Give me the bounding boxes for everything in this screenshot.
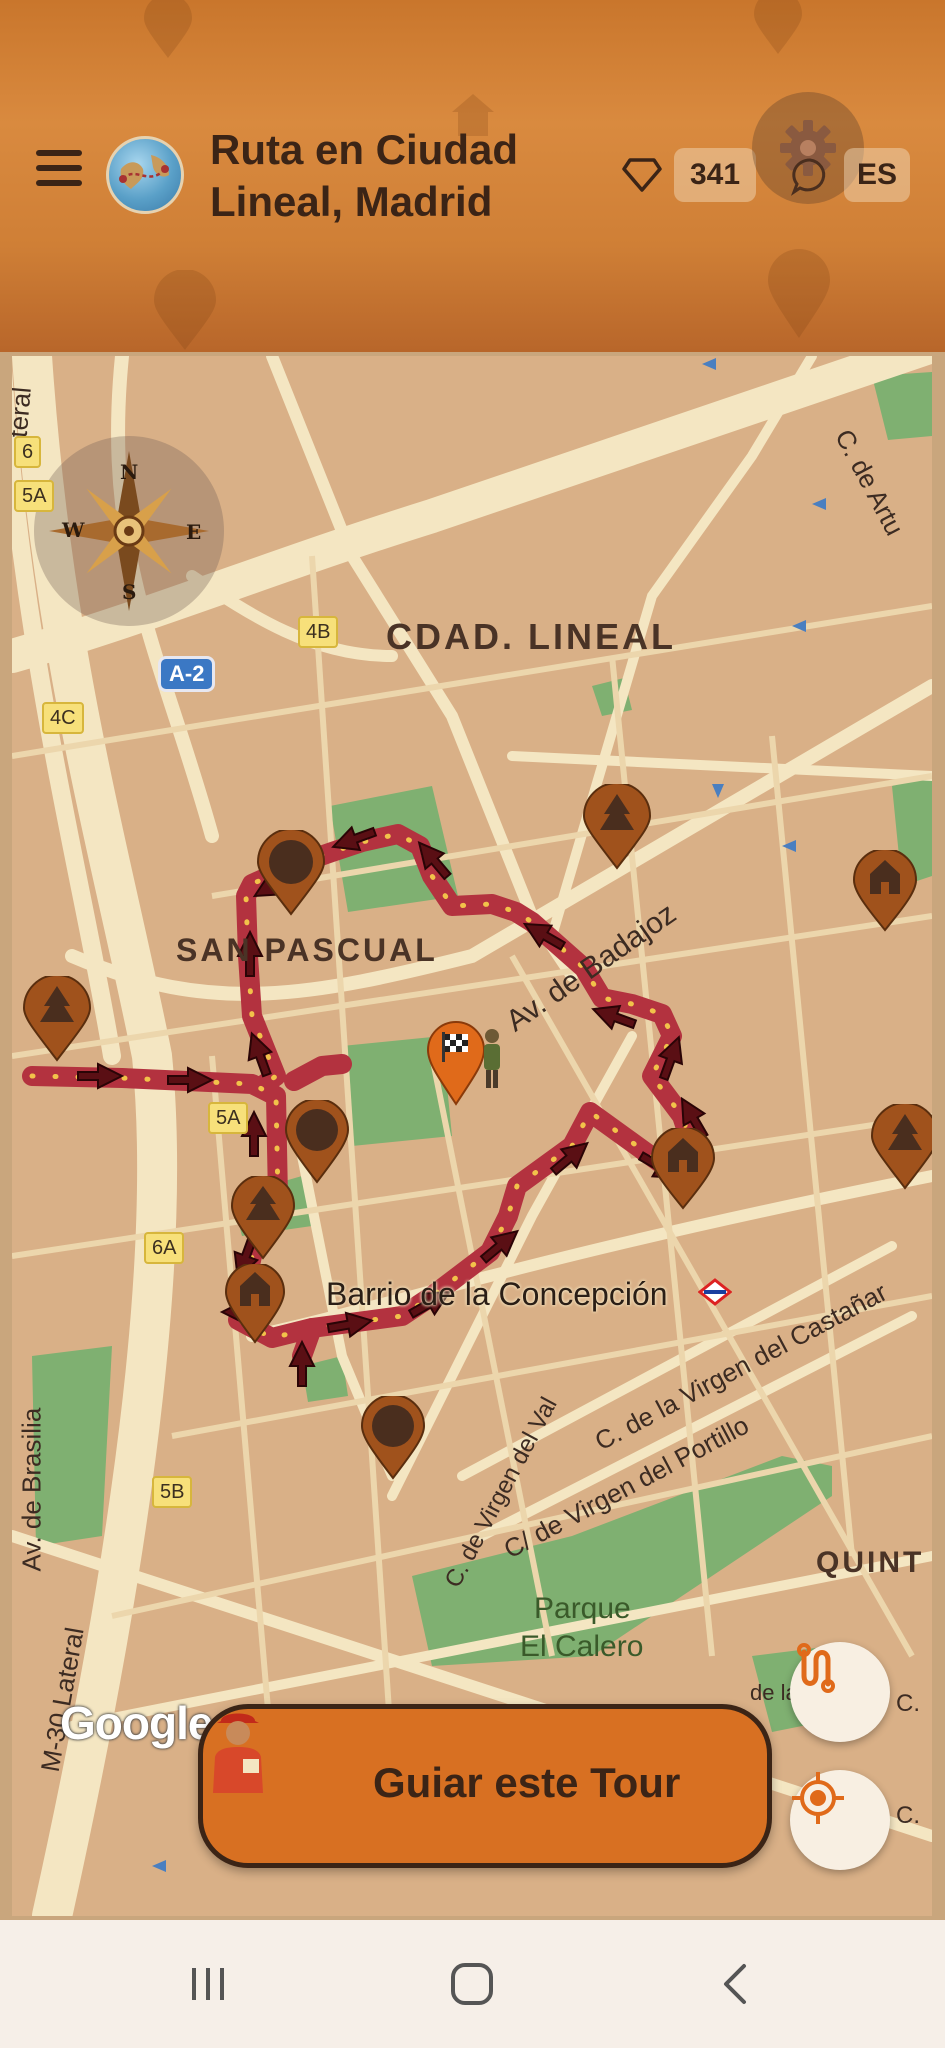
map-view[interactable]: N S E W CDAD. LINEAL SAN PASCUAL QUINT A… — [12, 356, 932, 1916]
menu-icon — [36, 150, 82, 156]
gem-icon — [622, 158, 662, 192]
road-exit-badge: 5B — [152, 1476, 193, 1508]
district-label: QUINT — [816, 1546, 925, 1579]
page-title: Ruta en Ciudad Lineal, Madrid — [210, 126, 519, 225]
street-label: C. — [896, 1690, 920, 1717]
compass-e: E — [186, 520, 202, 544]
globe-logo-icon — [106, 136, 184, 214]
street-label: C. — [896, 1802, 920, 1829]
guide-tour-button[interactable]: Guiar este Tour — [198, 1704, 772, 1868]
highway-badge: A-2 — [158, 656, 216, 692]
road-exit-badge: 4B — [298, 616, 339, 648]
district-label: SAN PASCUAL — [176, 932, 438, 968]
my-location-icon — [792, 1772, 844, 1824]
home-icon — [451, 1963, 493, 2005]
chat-icon[interactable] — [790, 156, 830, 196]
decorative-pin-icon — [144, 0, 192, 58]
recent-apps-icon — [192, 1968, 224, 2000]
route-icon — [797, 1643, 835, 1693]
district-label: CDAD. LINEAL — [386, 616, 676, 657]
street-label: teral — [12, 385, 37, 439]
park-label: Parque — [534, 1592, 631, 1625]
poi-marker-tree-icon[interactable] — [230, 1176, 296, 1260]
home-button[interactable] — [442, 1954, 502, 2014]
poi-marker-dot-icon[interactable] — [256, 830, 326, 916]
road-exit-badge: 5A — [14, 480, 55, 512]
route-toggle-button[interactable] — [790, 1642, 890, 1742]
compass-rose-icon: N S E W — [34, 436, 224, 626]
decorative-pin-icon — [754, 0, 802, 54]
recent-apps-button[interactable] — [178, 1954, 238, 2014]
road-exit-badge: 4C — [42, 702, 84, 734]
compass-n: N — [120, 460, 139, 484]
compass-s: S — [122, 580, 137, 604]
road-exit-badge: 6 — [14, 436, 42, 468]
my-location-button[interactable] — [790, 1770, 890, 1870]
system-navigation-bar — [0, 1920, 945, 2048]
road-exit-badge: 6A — [144, 1232, 185, 1264]
map-frame: N S E W CDAD. LINEAL SAN PASCUAL QUINT A… — [0, 352, 945, 1920]
google-attribution: Google — [60, 1697, 213, 1749]
app-header: Ruta en Ciudad Lineal, Madrid 341 ES — [0, 0, 945, 352]
compass-w: W — [62, 518, 85, 542]
language-selector[interactable]: ES — [844, 148, 910, 202]
poi-marker-tree-icon[interactable] — [582, 784, 652, 870]
metro-station-label: Barrio de la Concepción — [326, 1276, 668, 1312]
poi-marker-church-icon[interactable] — [852, 850, 918, 932]
guide-tour-label: Guiar este Tour — [373, 1759, 681, 1806]
menu-button[interactable] — [36, 150, 82, 196]
back-icon — [724, 1964, 746, 2004]
start-flag-marker-icon[interactable] — [426, 1016, 506, 1106]
metro-icon — [698, 1278, 732, 1306]
guide-avatar-icon — [213, 1713, 263, 1793]
points-counter: 341 — [674, 148, 756, 202]
poi-marker-tree-icon[interactable] — [870, 1104, 932, 1190]
street-label: Av. de Brasilia — [16, 1407, 47, 1572]
poi-marker-dot-icon[interactable] — [360, 1396, 426, 1480]
poi-marker-church-icon[interactable] — [650, 1128, 716, 1210]
poi-marker-tree-icon[interactable] — [22, 976, 92, 1062]
decorative-pin-icon — [768, 249, 830, 338]
park-label: El Calero — [520, 1630, 644, 1663]
poi-marker-church-icon[interactable] — [224, 1264, 286, 1344]
poi-marker-dot-icon[interactable] — [284, 1100, 350, 1184]
road-exit-badge: 5A — [208, 1102, 249, 1134]
back-button[interactable] — [706, 1954, 766, 2014]
decorative-pin-icon — [154, 270, 216, 350]
